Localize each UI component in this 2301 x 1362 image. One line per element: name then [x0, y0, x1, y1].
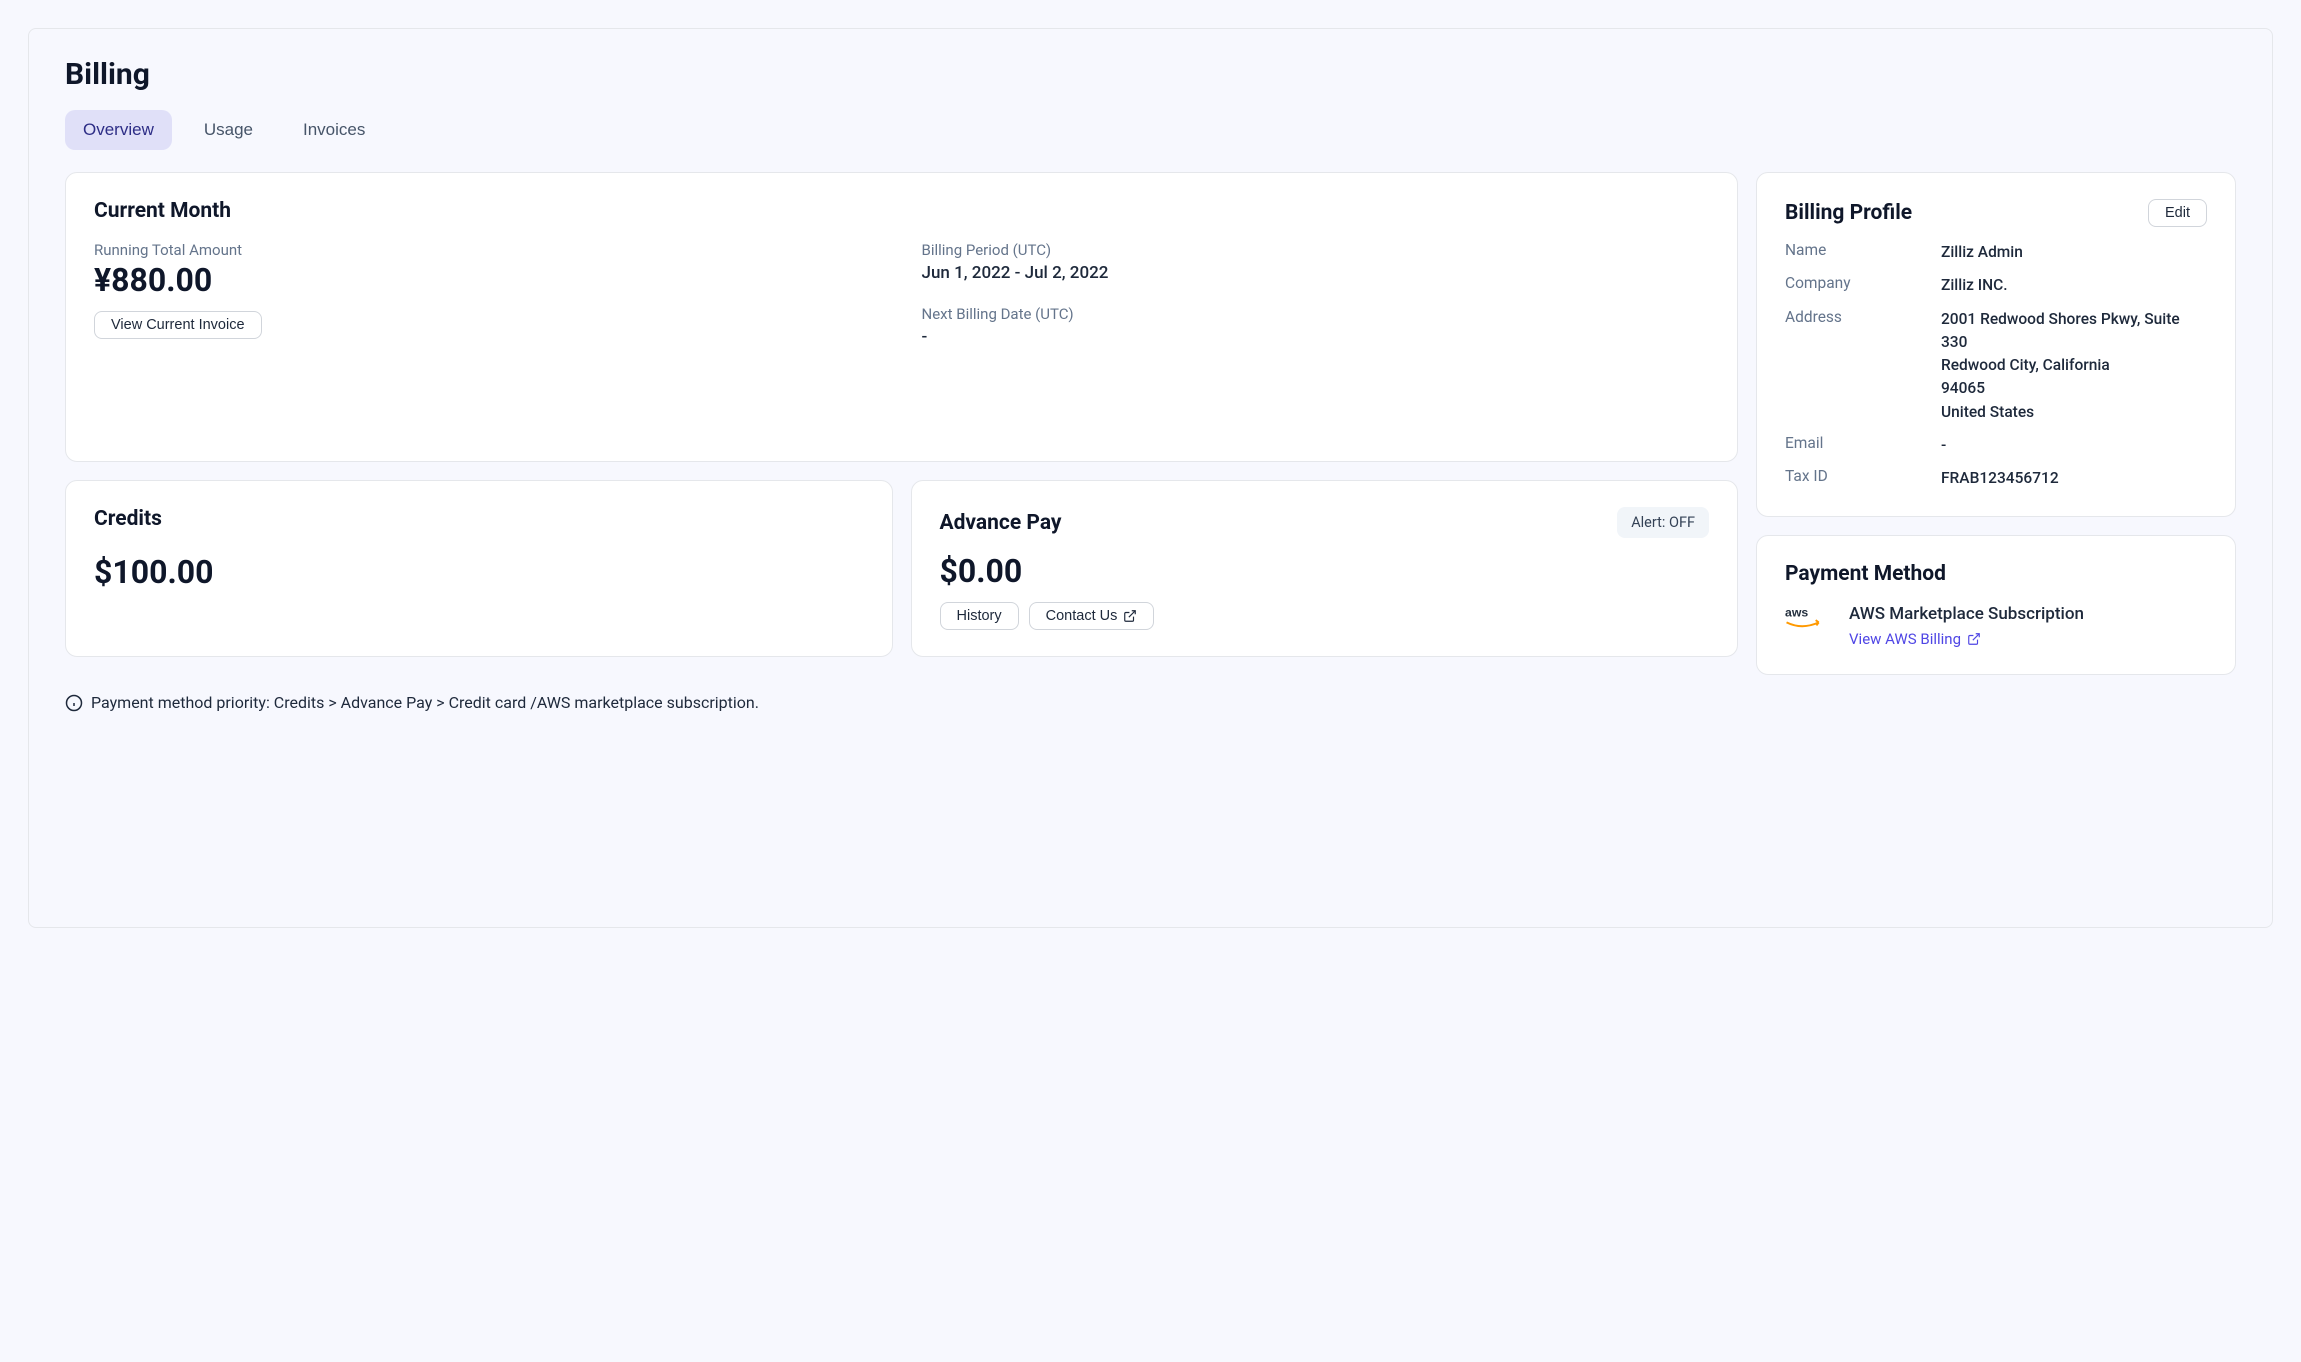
profile-email-row: Email -	[1785, 434, 2207, 457]
advance-pay-amount: $0.00	[940, 552, 1710, 590]
payment-priority-note: Payment method priority: Credits > Advan…	[65, 693, 2236, 712]
credits-card: Credits $100.00	[65, 480, 893, 657]
profile-address-value: 2001 Redwood Shores Pkwy, Suite 330 Redw…	[1941, 308, 2207, 424]
billing-page: Billing Overview Usage Invoices Current …	[28, 28, 2273, 928]
address-line-4: United States	[1941, 401, 2207, 424]
credits-advance-row: Credits $100.00 Advance Pay Alert: OFF $…	[65, 480, 1738, 657]
external-link-icon	[1967, 632, 1981, 646]
content-grid: Current Month Running Total Amount ¥880.…	[65, 172, 2236, 675]
address-line-3: 94065	[1941, 377, 2207, 400]
svg-text:aws: aws	[1785, 606, 1808, 620]
next-billing-block: Next Billing Date (UTC) -	[922, 305, 1710, 347]
profile-address-label: Address	[1785, 308, 1925, 424]
credits-amount: $100.00	[94, 553, 864, 591]
external-link-icon	[1123, 609, 1137, 623]
profile-email-value: -	[1941, 434, 2207, 457]
profile-company-label: Company	[1785, 274, 1925, 297]
advance-pay-card: Advance Pay Alert: OFF $0.00 History Con…	[911, 480, 1739, 657]
tabs: Overview Usage Invoices	[65, 110, 2236, 150]
profile-taxid-row: Tax ID FRAB123456712	[1785, 467, 2207, 490]
next-billing-label: Next Billing Date (UTC)	[922, 305, 1710, 323]
payment-provider-label: AWS Marketplace Subscription	[1849, 604, 2084, 624]
credits-heading: Credits	[94, 507, 864, 531]
view-aws-billing-link[interactable]: View AWS Billing	[1849, 630, 2084, 648]
right-column: Billing Profile Edit Name Zilliz Admin C…	[1756, 172, 2236, 675]
payment-priority-text: Payment method priority: Credits > Advan…	[91, 693, 759, 712]
advance-pay-heading: Advance Pay	[940, 511, 1062, 535]
profile-company-value: Zilliz INC.	[1941, 274, 2207, 297]
aws-logo-icon: aws	[1785, 604, 1831, 632]
billing-period-label: Billing Period (UTC)	[922, 241, 1710, 259]
payment-method-row: aws AWS Marketplace Subscription View AW…	[1785, 604, 2207, 648]
billing-period-block: Billing Period (UTC) Jun 1, 2022 - Jul 2…	[922, 241, 1710, 347]
current-month-heading: Current Month	[94, 199, 1709, 223]
view-current-invoice-button[interactable]: View Current Invoice	[94, 311, 262, 339]
profile-name-row: Name Zilliz Admin	[1785, 241, 2207, 264]
payment-method-card: Payment Method aws AWS Marketplace Subsc…	[1756, 535, 2236, 675]
billing-period-value: Jun 1, 2022 - Jul 2, 2022	[922, 263, 1710, 283]
profile-taxid-label: Tax ID	[1785, 467, 1925, 490]
running-total-label: Running Total Amount	[94, 241, 882, 259]
profile-name-value: Zilliz Admin	[1941, 241, 2207, 264]
tab-invoices[interactable]: Invoices	[285, 110, 383, 150]
info-icon	[65, 694, 83, 712]
next-billing-value: -	[922, 327, 1710, 347]
payment-method-heading: Payment Method	[1785, 562, 2207, 586]
address-line-1: 2001 Redwood Shores Pkwy, Suite 330	[1941, 308, 2207, 355]
view-aws-billing-label: View AWS Billing	[1849, 630, 1961, 648]
tab-overview[interactable]: Overview	[65, 110, 172, 150]
running-total-value: ¥880.00	[94, 261, 882, 299]
contact-us-button[interactable]: Contact Us	[1029, 602, 1155, 630]
current-month-card: Current Month Running Total Amount ¥880.…	[65, 172, 1738, 462]
contact-us-label: Contact Us	[1046, 608, 1118, 624]
profile-email-label: Email	[1785, 434, 1925, 457]
profile-taxid-value: FRAB123456712	[1941, 467, 2207, 490]
left-column: Current Month Running Total Amount ¥880.…	[65, 172, 1738, 675]
address-line-2: Redwood City, California	[1941, 354, 2207, 377]
tab-usage[interactable]: Usage	[186, 110, 271, 150]
page-title: Billing	[65, 57, 2236, 92]
history-button[interactable]: History	[940, 602, 1019, 630]
billing-profile-card: Billing Profile Edit Name Zilliz Admin C…	[1756, 172, 2236, 517]
billing-profile-heading: Billing Profile	[1785, 201, 1912, 225]
current-month-columns: Running Total Amount ¥880.00 View Curren…	[94, 241, 1709, 347]
profile-name-label: Name	[1785, 241, 1925, 264]
profile-company-row: Company Zilliz INC.	[1785, 274, 2207, 297]
running-total-block: Running Total Amount ¥880.00 View Curren…	[94, 241, 882, 347]
advance-pay-alert-badge: Alert: OFF	[1617, 507, 1709, 538]
edit-profile-button[interactable]: Edit	[2148, 199, 2207, 227]
profile-address-row: Address 2001 Redwood Shores Pkwy, Suite …	[1785, 308, 2207, 424]
